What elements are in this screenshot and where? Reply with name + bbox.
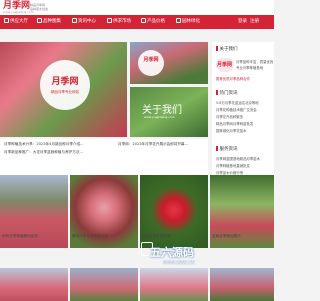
image-icon	[37, 18, 42, 23]
gallery-tile[interactable]	[0, 268, 68, 301]
hot-item[interactable]: 精品月季网月季种苗批发	[216, 121, 253, 126]
nav-item-news[interactable]: 资讯中心	[72, 15, 96, 29]
heading-bar	[216, 146, 218, 151]
nav-label: 资讯中心	[78, 19, 96, 24]
sidebar-logo-text: 月季网	[217, 62, 233, 68]
hot-item[interactable]: 5.6万月季花苗运往北京等地	[216, 100, 259, 105]
service-item[interactable]: 月季种植基地直销批发	[216, 163, 250, 168]
hot-item-text: 月季花卉品种繁多	[216, 115, 244, 119]
heading-text: 关于我们	[219, 47, 238, 52]
grid-icon	[4, 18, 9, 23]
watermark-text: 五六源码	[150, 246, 194, 259]
hot-item[interactable]: 月季花卉品种繁多	[216, 114, 243, 119]
news-item[interactable]: 月季种植技术分享：2023年4月新品种月季介绍...	[4, 142, 114, 147]
nav-label: 品种图集	[43, 19, 61, 24]
sidebar-highlight[interactable]: 推荐优质月季品种合作	[216, 76, 250, 81]
hero-subtitle: 精品月季专业网站	[51, 90, 79, 94]
hot-item[interactable]: 园林绿化月季花苗木	[216, 128, 247, 133]
cart-icon	[107, 18, 112, 23]
gallery-tile[interactable]	[70, 268, 138, 301]
service-item[interactable]: 月季网苗圃基地精品月季苗木	[216, 156, 260, 161]
sidebar-desc-1: 月季品种丰富，质量优良	[236, 60, 274, 64]
heading-text: 热门资讯	[219, 91, 238, 96]
main-content: 月季网 精品月季专业网站 月季网 关于我们 www.yuejiwang.com …	[0, 32, 274, 301]
news-item[interactable]: 月季网：2023年月季花卉展示会即将开幕...	[118, 142, 206, 147]
nav-item-price[interactable]: 产品价格	[141, 15, 165, 29]
sidebar-desc-2: 专业月季种植基地	[236, 66, 264, 70]
card-title: 月季网	[143, 57, 159, 63]
about-card-title: 关于我们	[142, 105, 182, 116]
news-icon	[72, 18, 77, 23]
hero-banner[interactable]: 月季网 精品月季专业网站	[0, 42, 127, 137]
slogan: 精品月季网 品种苗木批发	[30, 3, 56, 11]
service-item-text: 月季网苗圃基地精品月季苗木	[216, 157, 261, 161]
tile-caption[interactable]: 大花月季红色品种	[142, 234, 208, 239]
card-badge: 月季网	[138, 50, 164, 76]
tile-caption[interactable]: 藤本月季花墙造景实拍	[72, 234, 138, 239]
promo-card-1[interactable]: 月季网	[130, 42, 208, 84]
tile-caption[interactable]: 盆栽月季精品展示	[212, 234, 272, 239]
tile-caption[interactable]: 树状月季种植基地实拍	[2, 234, 68, 239]
nav-item-market[interactable]: 供求市场	[107, 15, 131, 29]
news-item[interactable]: 月季新品种推广：大花月季盆栽种植与养护方法...	[4, 150, 114, 155]
gallery-tile[interactable]	[140, 268, 208, 301]
nav-label: 供应大厅	[10, 19, 28, 24]
nav-item-varieties[interactable]: 品种图集	[37, 15, 61, 29]
tag-icon	[141, 18, 146, 23]
slogan-line-2: 品种苗木批发	[30, 7, 49, 11]
register-link[interactable]: 注册	[250, 15, 259, 29]
hero-badge: 月季网 精品月季专业网站	[40, 60, 90, 110]
about-card[interactable]: 关于我们 www.yuejiwang.com	[130, 87, 208, 137]
nav-item-landscape[interactable]: 园林绿化	[176, 15, 200, 29]
gallery-tile[interactable]	[210, 268, 274, 301]
nav-label: 园林绿化	[182, 19, 200, 24]
sidebar-hot-heading: 热门资讯	[216, 90, 238, 96]
sidebar-about-heading: 关于我们	[216, 46, 238, 52]
heading-bar	[216, 46, 218, 51]
hot-item-text: 园林绿化月季花苗木	[216, 129, 247, 133]
about-card-url: www.yuejiwang.com	[144, 115, 175, 119]
nav-item-supply[interactable]: 供应大厅	[4, 15, 28, 29]
heading-bar	[216, 90, 218, 95]
hot-item-text: 精品月季网月季种苗批发	[216, 122, 254, 126]
heading-text: 服务资讯	[219, 147, 238, 152]
top-bar: 月季网 www.yuejiwang.com 精品月季网 品种苗木批发	[0, 0, 274, 15]
hero-title: 月季网	[51, 77, 79, 87]
main-nav: 供应大厅 品种图集 资讯中心 供求市场 产品价格 园林绿化 登录 注册	[0, 15, 274, 29]
leaf-icon	[176, 18, 181, 23]
logo-url: www.yuejiwang.com	[3, 10, 34, 14]
watermark-url: WWW.56WZ.CN	[163, 260, 195, 265]
service-item-text: 月季种植基地直销批发	[216, 164, 250, 168]
hot-item-text: 5.6万月季花苗运往北京等地	[216, 101, 259, 105]
site-logo[interactable]: 月季网 www.yuejiwang.com	[2, 1, 34, 14]
nav-label: 供求市场	[113, 19, 131, 24]
sidebar-logo: 月季网	[216, 58, 234, 72]
hot-item[interactable]: 月季花种植技术推广交流会	[216, 107, 257, 112]
hot-item-text: 月季花种植技术推广交流会	[216, 108, 257, 112]
sidebar-service-heading: 服务资讯	[216, 146, 238, 152]
login-link[interactable]: 登录	[238, 15, 247, 29]
nav-label: 产品价格	[147, 19, 165, 24]
